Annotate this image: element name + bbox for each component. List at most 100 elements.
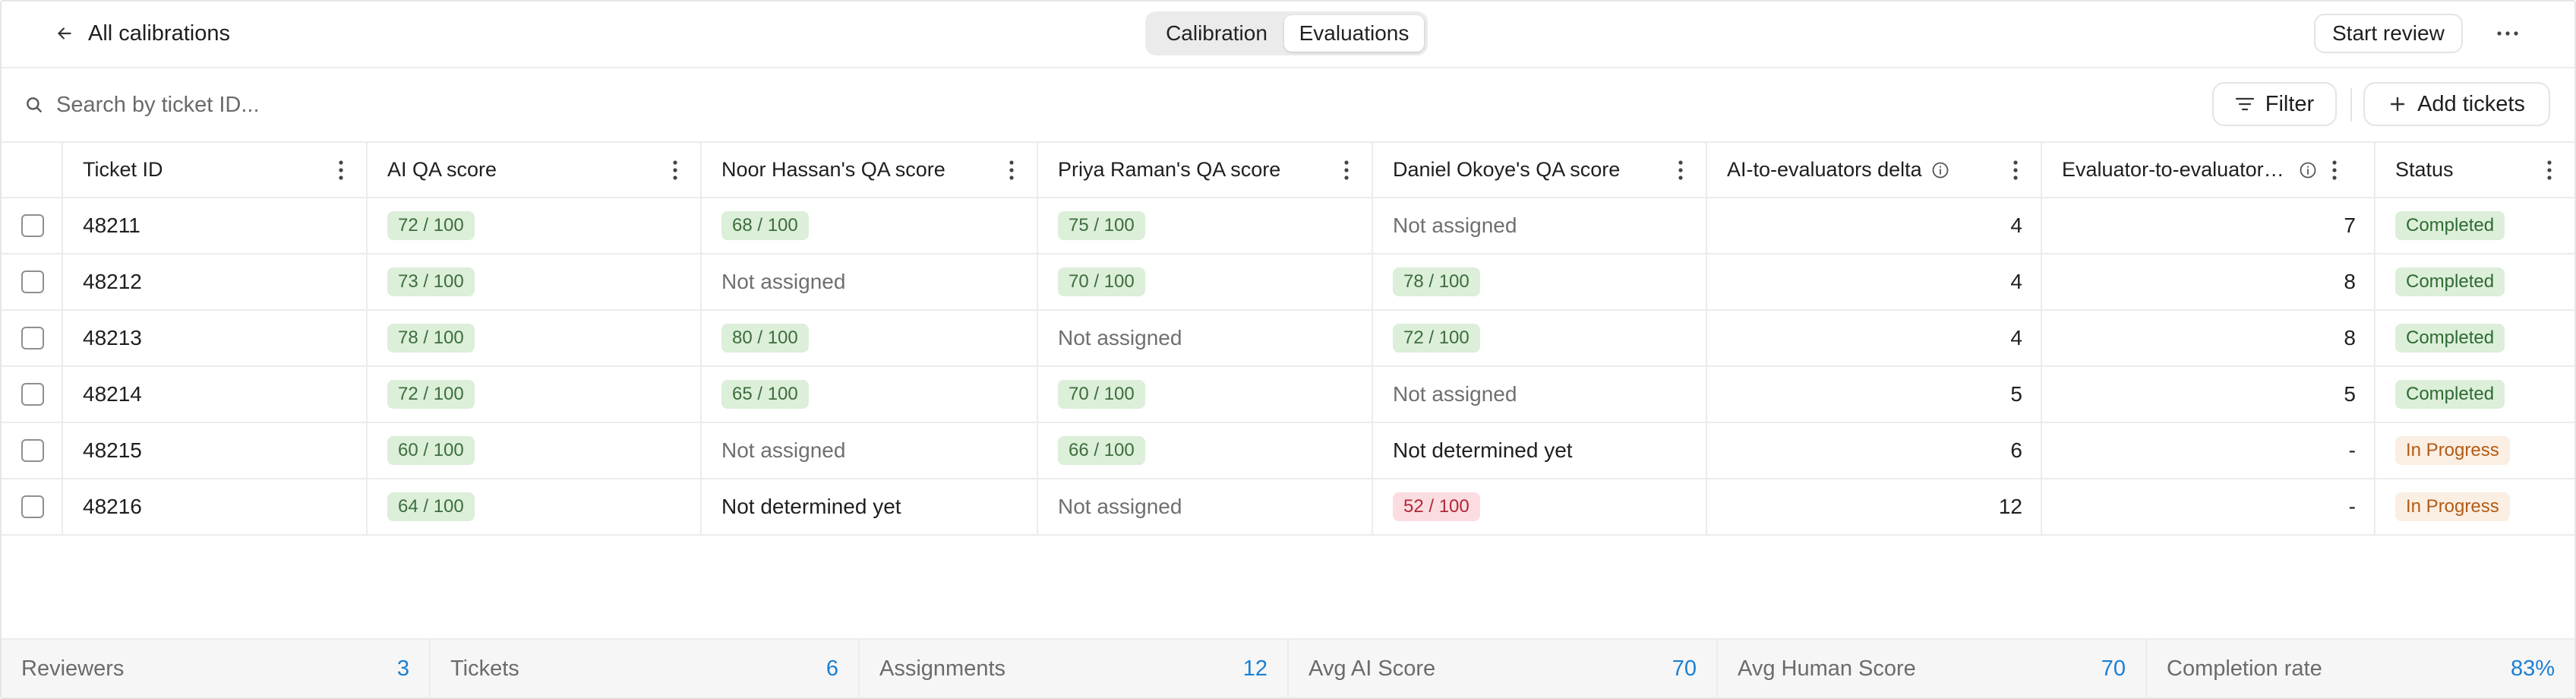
column-menu-button[interactable]: [664, 155, 687, 185]
score-badge: 72 / 100: [387, 380, 475, 409]
more-vertical-icon: [2547, 160, 2552, 180]
more-vertical-icon: [2013, 160, 2018, 180]
back-to-calibrations-link[interactable]: All calibrations: [55, 15, 230, 52]
column-header-daniel-okoye-score[interactable]: Daniel Okoye's QA score: [1372, 143, 1707, 198]
column-menu-button[interactable]: [1335, 155, 1358, 185]
noor-score-cell: Not determined yet: [701, 479, 1038, 536]
column-label: Noor Hassan's QA score: [721, 158, 945, 181]
table-row[interactable]: 48216 64 / 100 Not determined yet Not as…: [2, 479, 2574, 536]
daniel-score-cell: 78 / 100: [1372, 254, 1707, 311]
daniel-score-cell: Not assigned: [1372, 366, 1707, 423]
stat-label: Avg Human Score: [1738, 656, 1916, 681]
ai-delta-cell: 12: [1706, 479, 2042, 536]
ai-score-cell: 72 / 100: [367, 198, 702, 255]
score-badge: 78 / 100: [1393, 267, 1480, 296]
table-row[interactable]: 48215 60 / 100 Not assigned 66 / 100 Not…: [2, 422, 2574, 479]
tab-calibration[interactable]: Calibration: [1149, 15, 1284, 52]
ai-delta-cell: 4: [1706, 310, 2042, 367]
status-cell: Completed: [2375, 254, 2574, 311]
score-badge: 80 / 100: [721, 324, 809, 353]
ticket-id-cell: 48211: [62, 198, 368, 255]
score-badge: 72 / 100: [387, 211, 475, 240]
start-review-button[interactable]: Start review: [2314, 14, 2463, 53]
status-badge: In Progress: [2395, 492, 2510, 521]
table-row[interactable]: 48212 73 / 100 Not assigned 70 / 100 78 …: [2, 254, 2574, 311]
column-header-noor-hassan-score[interactable]: Noor Hassan's QA score: [701, 143, 1038, 198]
row-select-cell: [2, 422, 63, 479]
noor-score-cell: 65 / 100: [701, 366, 1038, 423]
filter-button[interactable]: Filter: [2212, 82, 2337, 126]
daniel-score-cell: 52 / 100: [1372, 479, 1707, 536]
column-header-priya-raman-score[interactable]: Priya Raman's QA score: [1037, 143, 1373, 198]
ticket-id-cell: 48213: [62, 310, 368, 367]
column-menu-button[interactable]: [2323, 155, 2346, 185]
stat-value: 70: [2101, 656, 2126, 681]
table-row[interactable]: 48213 78 / 100 80 / 100 Not assigned 72 …: [2, 310, 2574, 367]
summary-stats-bar: Reviewers 3 Tickets 6 Assignments 12 Avg AI…: [2, 638, 2574, 697]
ticket-id-cell: 48212: [62, 254, 368, 311]
priya-score-cell: 75 / 100: [1037, 198, 1373, 255]
evaluator-delta-cell: -: [2041, 479, 2376, 536]
more-options-button[interactable]: [2489, 15, 2527, 52]
stat-label: Avg AI Score: [1309, 656, 1436, 681]
toolbar-divider: [2350, 88, 2352, 122]
ai-delta-cell: 5: [1706, 366, 2042, 423]
calibration-evaluations-page: All calibrations Calibration Evaluations…: [0, 0, 2576, 699]
ai-delta-cell: 6: [1706, 422, 2042, 479]
stat-label: Completion rate: [2167, 656, 2322, 681]
info-icon[interactable]: [2299, 161, 2317, 179]
ticket-id-cell: 48215: [62, 422, 368, 479]
column-menu-button[interactable]: [2538, 155, 2561, 185]
more-horizontal-icon: [2497, 31, 2518, 36]
row-checkbox[interactable]: [21, 327, 44, 350]
stat-value: 12: [1242, 656, 1267, 681]
search-input[interactable]: [55, 91, 589, 119]
table-row[interactable]: 48214 72 / 100 65 / 100 70 / 100 Not ass…: [2, 366, 2574, 423]
column-header-ticket-id[interactable]: Ticket ID: [62, 143, 368, 198]
evaluator-delta-cell: 8: [2041, 254, 2376, 311]
ai-score-cell: 78 / 100: [367, 310, 702, 367]
column-menu-button[interactable]: [330, 155, 352, 185]
stat-avg-human-score: Avg Human Score 70: [1718, 640, 2147, 697]
priya-score-cell: 66 / 100: [1037, 422, 1373, 479]
column-menu-button[interactable]: [1669, 155, 1692, 185]
ai-delta-cell: 4: [1706, 198, 2042, 255]
arrow-left-icon: [58, 27, 71, 40]
add-tickets-button[interactable]: Add tickets: [2363, 82, 2550, 126]
select-column-header: [2, 143, 63, 198]
stat-completion-rate: Completion rate 83%: [2147, 640, 2574, 697]
daniel-score-cell: Not determined yet: [1372, 422, 1707, 479]
column-header-ai-qa-score[interactable]: AI QA score: [367, 143, 702, 198]
column-label: Status: [2395, 158, 2454, 181]
tab-evaluations[interactable]: Evaluations: [1284, 15, 1424, 52]
row-checkbox[interactable]: [21, 439, 44, 462]
table-header-row: Ticket ID AI QA score Noor Hassan's QA s…: [2, 143, 2574, 198]
priya-score-cell: Not assigned: [1037, 479, 1373, 536]
column-menu-button[interactable]: [1000, 155, 1023, 185]
info-icon[interactable]: [1931, 161, 1949, 179]
stat-label: Tickets: [450, 656, 519, 681]
row-checkbox[interactable]: [21, 270, 44, 293]
column-header-evaluator-to-evaluator-delta[interactable]: Evaluator-to-evaluator delta: [2041, 143, 2376, 198]
score-badge: 66 / 100: [1058, 436, 1145, 465]
column-header-ai-to-evaluators-delta[interactable]: AI-to-evaluators delta: [1706, 143, 2042, 198]
row-checkbox[interactable]: [21, 495, 44, 518]
column-label: Priya Raman's QA score: [1058, 158, 1281, 181]
status-badge: Completed: [2395, 324, 2505, 353]
evaluator-delta-cell: 8: [2041, 310, 2376, 367]
column-header-status[interactable]: Status: [2375, 143, 2574, 198]
row-checkbox[interactable]: [21, 383, 44, 406]
column-menu-button[interactable]: [2004, 155, 2027, 185]
column-label: AI-to-evaluators delta: [1727, 158, 1922, 181]
more-vertical-icon: [1009, 160, 1014, 180]
more-vertical-icon: [339, 160, 343, 180]
column-label: Daniel Okoye's QA score: [1393, 158, 1621, 181]
evaluations-table: Ticket ID AI QA score Noor Hassan's QA s…: [2, 143, 2574, 536]
noor-score-cell: 68 / 100: [701, 198, 1038, 255]
table-row[interactable]: 48211 72 / 100 68 / 100 75 / 100 Not ass…: [2, 198, 2574, 255]
score-badge: 70 / 100: [1058, 267, 1145, 296]
priya-score-cell: 70 / 100: [1037, 366, 1373, 423]
row-checkbox[interactable]: [21, 214, 44, 237]
more-vertical-icon: [673, 160, 677, 180]
score-badge: 68 / 100: [721, 211, 809, 240]
